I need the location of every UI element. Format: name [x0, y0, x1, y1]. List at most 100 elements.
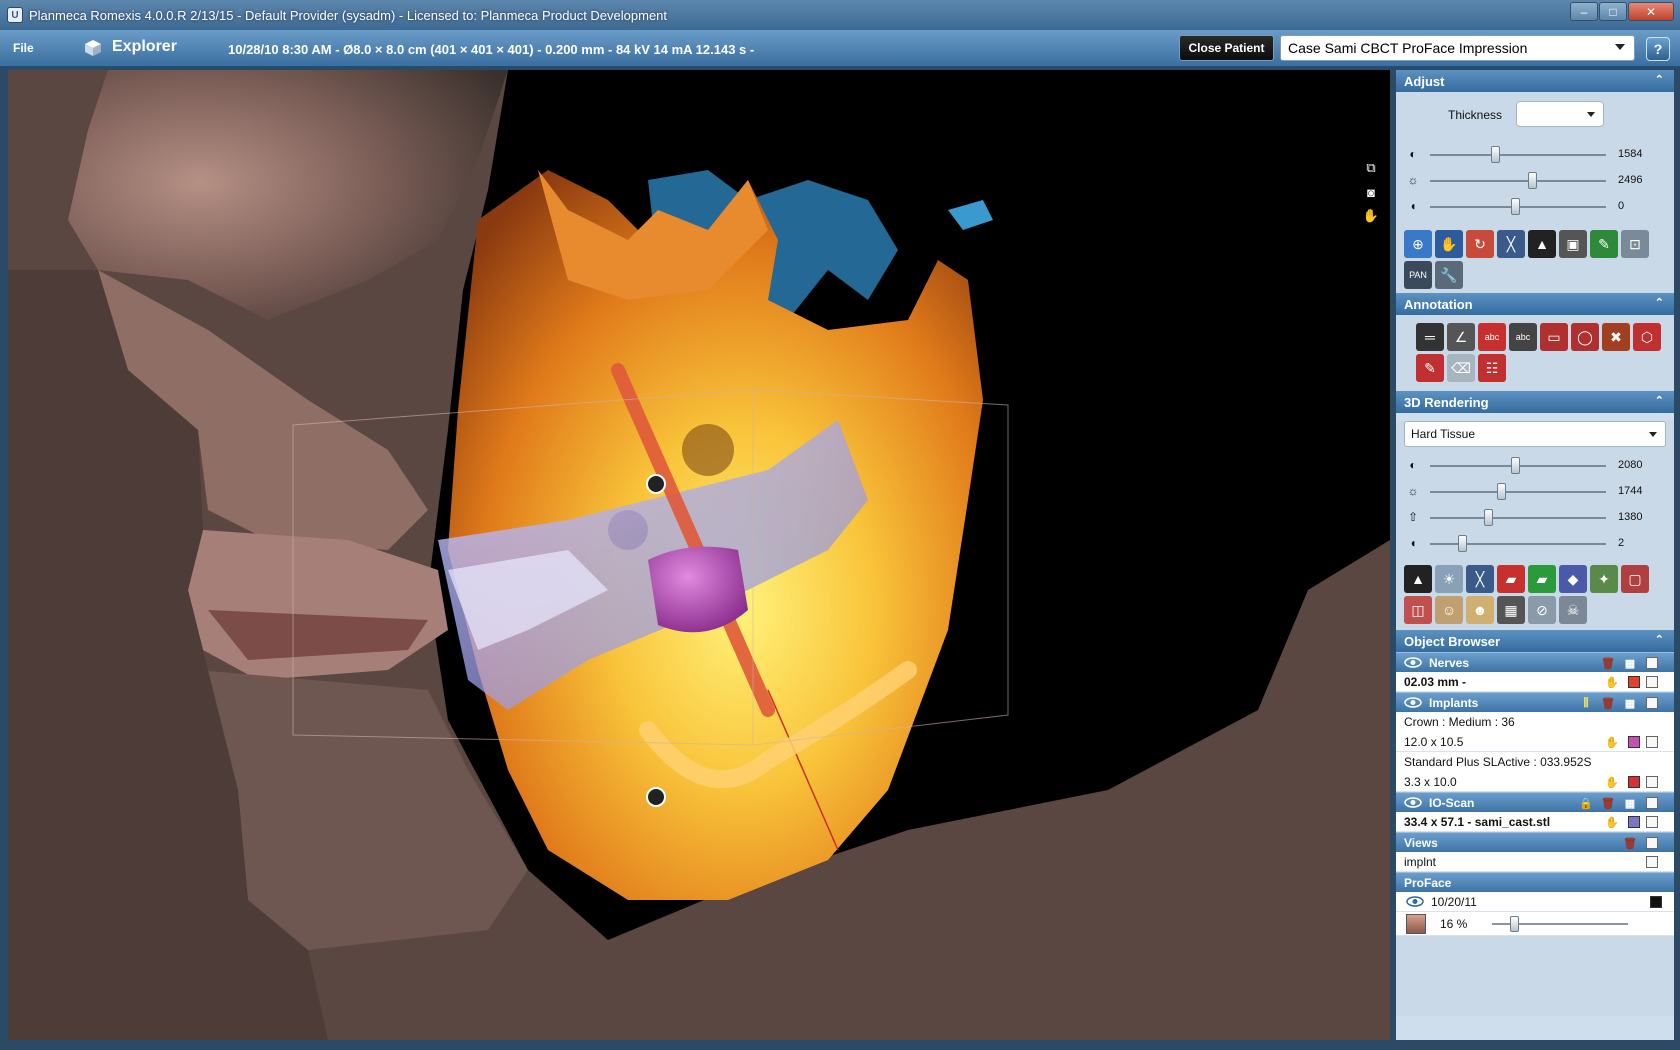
adjust-slider[interactable]	[1430, 154, 1606, 156]
bounding-box-icon[interactable]: ▢	[1621, 565, 1649, 593]
ruler-icon[interactable]: ═	[1416, 323, 1444, 351]
slice-lines-icon[interactable]: ╳	[1466, 565, 1494, 593]
crown-size-row[interactable]: 12.0 x 10.5 ✋	[1396, 732, 1674, 752]
nerve-item[interactable]: 02.03 mm - ✋	[1396, 672, 1674, 692]
clip-box-icon[interactable]: ◫	[1404, 596, 1432, 624]
slider-thumb[interactable]	[1509, 916, 1519, 932]
detach-view-icon[interactable]: ⧉	[1363, 160, 1379, 176]
rendering-header[interactable]: 3D Rendering ⌃	[1396, 391, 1674, 413]
minimize-button[interactable]: –	[1570, 2, 1598, 21]
3d-viewport[interactable]: ⧉ ◙ ✋	[8, 70, 1390, 1040]
delete-annotation-icon[interactable]: ✖	[1602, 323, 1630, 351]
head-skin-icon[interactable]: ☺	[1435, 596, 1463, 624]
collapse-icon[interactable]: ⌃	[1655, 296, 1664, 309]
camera-icon[interactable]: ◙	[1363, 184, 1379, 200]
tool-icon[interactable]: ✋	[1605, 676, 1619, 689]
adjust-header[interactable]: Adjust ⌃	[1396, 70, 1674, 92]
tool-icon[interactable]: ✋	[1605, 736, 1619, 749]
ioscan-checkbox[interactable]	[1646, 797, 1658, 809]
slider-thumb[interactable]	[1497, 483, 1507, 500]
clear-annotations-icon[interactable]: ☷	[1478, 354, 1506, 382]
pan-view-icon[interactable]: PAN	[1404, 261, 1432, 289]
all-planes-icon[interactable]: ✦	[1590, 565, 1618, 593]
ioscan-item-checkbox[interactable]	[1646, 816, 1658, 828]
implant-tools-icon[interactable]: ⫼	[1580, 697, 1592, 709]
axial-plane-icon[interactable]: ◆	[1559, 565, 1587, 593]
nerve-checkbox[interactable]	[1646, 676, 1658, 688]
ioscan-color-swatch[interactable]	[1628, 816, 1640, 828]
hand-icon[interactable]: ✋	[1363, 208, 1379, 224]
file-menu[interactable]: File	[13, 41, 34, 55]
sagittal-plane-icon[interactable]: ▰	[1497, 565, 1525, 593]
text-red-icon[interactable]: abc	[1478, 323, 1506, 351]
pan-hand-icon[interactable]: ✋	[1435, 230, 1463, 258]
module-title[interactable]: Explorer	[112, 38, 177, 56]
view-item[interactable]: implnt	[1396, 852, 1674, 872]
proface-opacity-slider[interactable]	[1492, 916, 1628, 932]
implant-item[interactable]: Standard Plus SLActive : 033.952S	[1396, 752, 1674, 772]
rendering-preset-select[interactable]: Hard Tissue	[1404, 421, 1666, 447]
thickness-select[interactable]	[1516, 101, 1604, 127]
collapse-icon[interactable]: ⌃	[1655, 73, 1664, 86]
tool-icon[interactable]: ✋	[1605, 816, 1619, 829]
views-group[interactable]: Views 🗑	[1396, 832, 1674, 852]
proface-color-swatch[interactable]	[1650, 896, 1662, 908]
implants-group[interactable]: Implants ⫼ 🗑 ▦	[1396, 692, 1674, 712]
rectangle-icon[interactable]: ▭	[1540, 323, 1568, 351]
slider-thumb[interactable]	[1511, 198, 1520, 215]
object-browser-header[interactable]: Object Browser ⌃	[1396, 630, 1674, 652]
wrench-icon[interactable]: 🔧	[1435, 261, 1463, 289]
annotation-header[interactable]: Annotation ⌃	[1396, 293, 1674, 315]
freehand-icon[interactable]: ✎	[1416, 354, 1444, 382]
ellipse-icon[interactable]: ◯	[1571, 323, 1599, 351]
color-grid-icon[interactable]: ▦	[1497, 596, 1525, 624]
light-icon[interactable]: ☀	[1435, 565, 1463, 593]
close-window-button[interactable]: ✕	[1628, 2, 1674, 21]
collapse-icon[interactable]: ⌃	[1655, 633, 1664, 646]
zoom-icon[interactable]: ⊕	[1404, 230, 1432, 258]
collapse-icon[interactable]: ⌃	[1655, 394, 1664, 407]
maximize-button[interactable]: □	[1599, 2, 1627, 21]
slider-thumb[interactable]	[1511, 457, 1520, 474]
eye-icon[interactable]	[1404, 797, 1422, 808]
delete-icon[interactable]: 🗑	[1601, 797, 1615, 810]
slider-thumb[interactable]	[1458, 535, 1468, 552]
delete-icon[interactable]: 🗑	[1623, 837, 1637, 850]
slider-thumb[interactable]	[1490, 146, 1500, 163]
color-palette-icon[interactable]: ✎	[1590, 230, 1618, 258]
rendering-slider[interactable]	[1430, 517, 1606, 519]
lock-icon[interactable]: 🔒	[1579, 797, 1593, 810]
help-button[interactable]: ?	[1646, 37, 1670, 61]
nerves-checkbox[interactable]	[1646, 657, 1658, 669]
implants-checkbox[interactable]	[1646, 697, 1658, 709]
ioscan-item[interactable]: 33.4 x 57.1 - sami_cast.stl ✋	[1396, 812, 1674, 832]
eye-icon[interactable]	[1404, 697, 1422, 708]
view-checkbox[interactable]	[1646, 856, 1658, 868]
rotate-icon[interactable]: ↻	[1466, 230, 1494, 258]
head-bone-icon[interactable]: ☻	[1466, 596, 1494, 624]
slider-thumb[interactable]	[1483, 509, 1493, 526]
eye-icon[interactable]	[1404, 657, 1422, 668]
nerve-color-swatch[interactable]	[1628, 676, 1640, 688]
nerves-group[interactable]: Nerves 🗑 ▦	[1396, 652, 1674, 672]
crop-icon[interactable]: ⊡	[1621, 230, 1649, 258]
rendering-slider[interactable]	[1430, 491, 1606, 493]
color-grid-icon[interactable]: ▦	[1624, 657, 1636, 670]
implant-color-swatch[interactable]	[1628, 776, 1640, 788]
color-grid-icon[interactable]: ▦	[1624, 697, 1636, 710]
eye-icon[interactable]	[1406, 896, 1424, 907]
crown-item[interactable]: Crown : Medium : 36	[1396, 712, 1674, 732]
crown-color-swatch[interactable]	[1628, 736, 1640, 748]
adjust-slider[interactable]	[1430, 180, 1606, 182]
window-icon[interactable]: ▣	[1559, 230, 1587, 258]
angle-icon[interactable]: ∠	[1447, 323, 1475, 351]
slider-thumb[interactable]	[1528, 172, 1537, 189]
background-icon[interactable]: ▲	[1404, 565, 1432, 593]
skull-icon[interactable]: ☠	[1559, 596, 1587, 624]
implant-size-row[interactable]: 3.3 x 10.0 ✋	[1396, 772, 1674, 792]
slice-lines-icon[interactable]: ╳	[1497, 230, 1525, 258]
case-select[interactable]: Case Sami CBCT ProFace Impression	[1280, 35, 1635, 61]
proface-item[interactable]: 10/20/11	[1396, 892, 1674, 912]
image-icon[interactable]: ▲	[1528, 230, 1556, 258]
color-grid-icon[interactable]: ▦	[1624, 797, 1636, 810]
